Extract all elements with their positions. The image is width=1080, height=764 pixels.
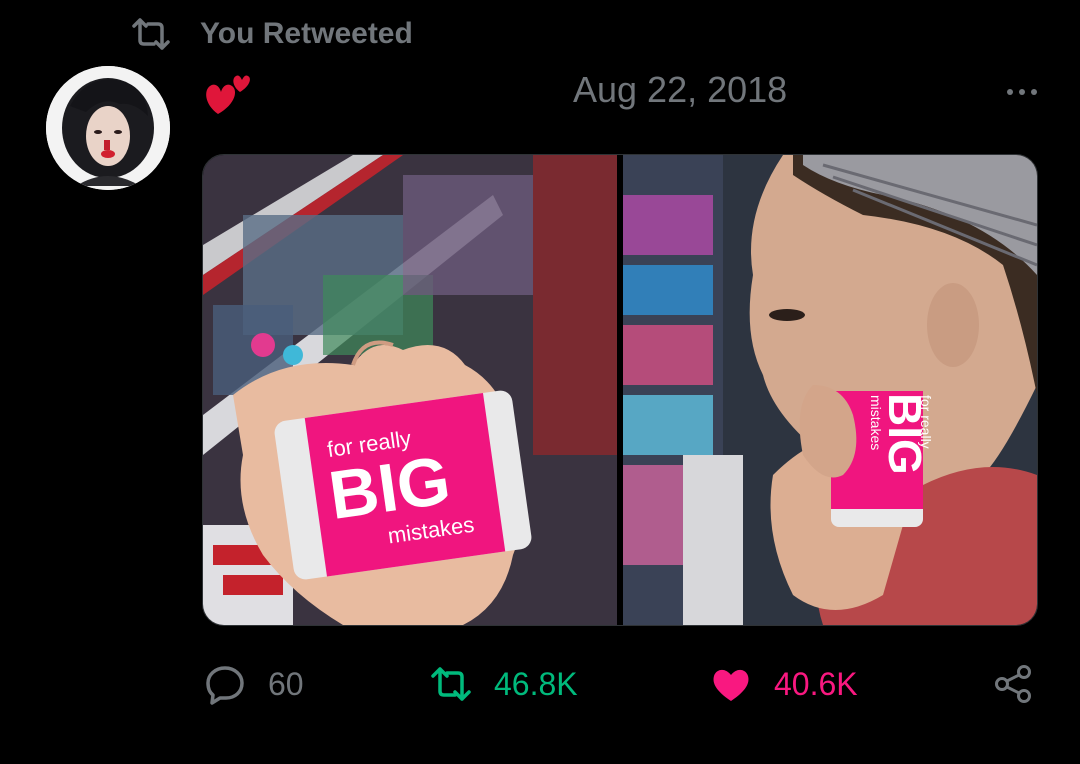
more-icon[interactable] (994, 72, 1050, 112)
retweet-icon (132, 18, 170, 50)
retweet-count: 46.8K (494, 665, 578, 702)
retweet-banner[interactable]: You Retweeted (130, 14, 413, 54)
photo-hand-eraser: for really BIG mistakes (203, 155, 617, 625)
share-button[interactable] (992, 656, 1034, 712)
display-name-redacted[interactable] (260, 78, 500, 108)
retweet-icon (431, 667, 471, 701)
media-photo-1[interactable]: for really BIG mistakes (203, 155, 617, 625)
reply-button[interactable]: 60 (204, 656, 304, 712)
tweet-header: Aug 22, 2018 (200, 64, 1050, 120)
avatar-image (46, 66, 170, 190)
right-eraser-bottom-text: mistakes (868, 395, 884, 450)
photo-person-eraser: BIG for really mistakes (623, 155, 1037, 625)
right-eraser-top-text: for really (918, 395, 934, 449)
retweet-button[interactable]: 46.8K (430, 656, 578, 712)
like-button[interactable]: 40.6K (710, 656, 858, 712)
share-icon (995, 665, 1031, 703)
retweet-banner-label: You Retweeted (200, 17, 413, 50)
like-count: 40.6K (774, 665, 858, 702)
tweet-actions: 60 46.8K 40.6K (200, 656, 1040, 712)
reply-count: 60 (268, 665, 304, 702)
tweet-media[interactable]: for really BIG mistakes BIG for really m… (202, 154, 1038, 626)
avatar[interactable] (46, 66, 170, 190)
hearts-emoji-icon (206, 75, 250, 114)
like-icon (713, 669, 749, 701)
media-photo-2[interactable]: BIG for really mistakes (623, 155, 1037, 625)
reply-icon (206, 666, 244, 705)
tweet-date[interactable]: Aug 22, 2018 (573, 68, 787, 112)
